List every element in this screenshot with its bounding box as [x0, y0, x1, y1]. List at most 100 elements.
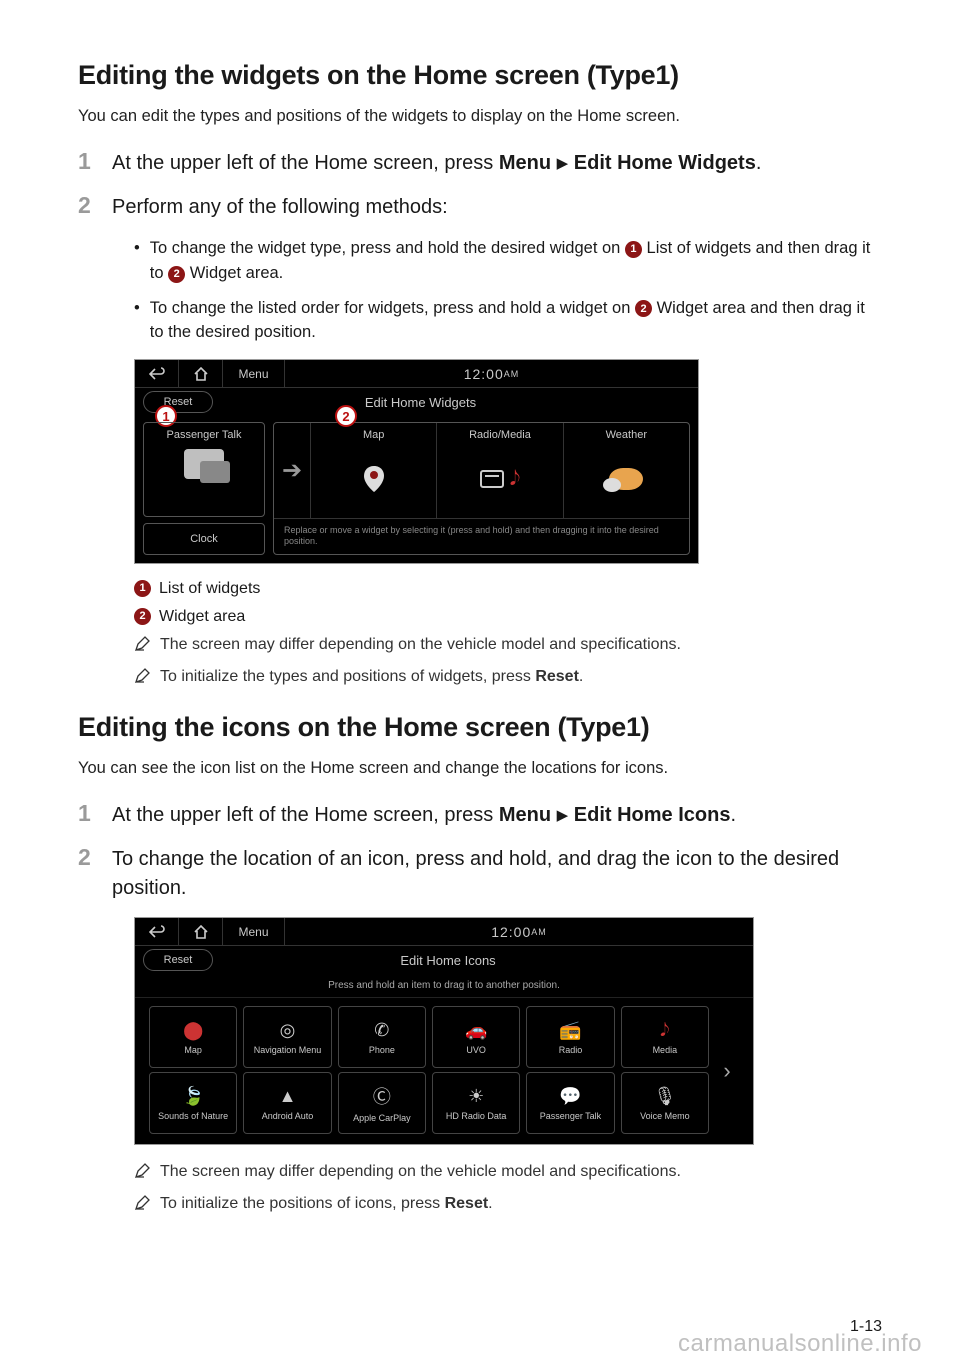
- widget-weather[interactable]: Weather: [563, 423, 689, 518]
- pencil-icon: [134, 668, 150, 684]
- home-icon[interactable]: [179, 918, 223, 946]
- music-icon: 𝅘𝅥𝅮: [660, 1020, 669, 1041]
- arrow-icon: ▶: [557, 805, 569, 827]
- back-icon[interactable]: [135, 360, 179, 388]
- callout-1-icon: 1: [134, 580, 151, 597]
- screen-title: Edit Home Icons: [213, 953, 753, 968]
- t: To initialize the positions of icons, pr…: [160, 1195, 445, 1212]
- bullet-text: To change the listed order for widgets, …: [150, 296, 882, 346]
- legend-label: List of widgets: [159, 580, 260, 598]
- icon-voice-memo[interactable]: 🎙Voice Memo: [621, 1072, 709, 1134]
- icon-grid: ⬤Map ◎Navigation Menu ✆Phone 🚗UVO 📻 Radio…: [135, 998, 713, 1144]
- section1-step2: 2 Perform any of the following methods:: [78, 192, 882, 222]
- menu-button[interactable]: Menu: [223, 918, 285, 946]
- label: Radio: [559, 1045, 583, 1055]
- pencil-icon: [134, 1163, 150, 1179]
- radio-icon: 📻: [559, 1020, 581, 1041]
- t: Widget area.: [185, 264, 283, 282]
- icon-radio[interactable]: 📻 Radio: [526, 1006, 614, 1068]
- carplay-icon: Ⓒ: [373, 1083, 391, 1109]
- section2-heading: Editing the icons on the Home screen (Ty…: [78, 712, 882, 743]
- section2-step1: 1 At the upper left of the Home screen, …: [78, 800, 882, 830]
- edit-home-icons-bold: Edit Home Icons: [574, 804, 731, 826]
- icon-map[interactable]: ⬤Map: [149, 1006, 237, 1068]
- t: To change the widget type, press and hol…: [150, 239, 625, 257]
- note-text: To initialize the positions of icons, pr…: [160, 1195, 493, 1213]
- step-text: Perform any of the following methods:: [112, 192, 882, 222]
- weather-icon: [609, 459, 643, 499]
- note: The screen may differ depending on the v…: [134, 636, 882, 654]
- callout-2-icon: 2: [134, 608, 151, 625]
- step-number: 2: [78, 192, 100, 222]
- note: To initialize the positions of icons, pr…: [134, 1195, 882, 1213]
- label: Sounds of Nature: [158, 1111, 228, 1121]
- label: Map: [363, 429, 384, 441]
- reset-button[interactable]: Reset: [143, 391, 213, 413]
- step-text: To change the location of an icon, press…: [112, 844, 882, 903]
- t: To change the listed order for widgets, …: [150, 299, 635, 317]
- legend-label: Widget area: [159, 608, 245, 626]
- widget-map[interactable]: Map: [310, 423, 436, 518]
- ss-subbar: Reset Edit Home Icons: [135, 946, 753, 974]
- reset-bold: Reset: [445, 1195, 489, 1212]
- ss-topbar: Menu 12:00 AM: [135, 918, 753, 946]
- radio-icon: [480, 470, 504, 488]
- label: Voice Memo: [640, 1111, 690, 1121]
- edit-home-widgets-bold: Edit Home Widgets: [574, 152, 756, 174]
- chevron-right-icon[interactable]: ›: [713, 1058, 741, 1084]
- widget-passenger-talk[interactable]: Passenger Talk: [143, 422, 265, 517]
- ss-topbar: Menu 12:00 AM: [135, 360, 698, 388]
- icon-sounds-of-nature[interactable]: 🍃 Sounds of Nature: [149, 1072, 237, 1134]
- hint-text: Press and hold an item to drag it to ano…: [135, 974, 753, 998]
- phone-icon: ✆: [374, 1020, 389, 1041]
- t: .: [488, 1195, 492, 1212]
- note: To initialize the types and positions of…: [134, 668, 882, 686]
- t: AM: [531, 927, 547, 937]
- icon-passenger-talk[interactable]: 💬Passenger Talk: [526, 1072, 614, 1134]
- reset-button[interactable]: Reset: [143, 949, 213, 971]
- t: 12:00: [491, 924, 531, 940]
- icon-navigation-menu[interactable]: ◎Navigation Menu: [243, 1006, 331, 1068]
- icon-android-auto[interactable]: ▲Android Auto: [243, 1072, 331, 1134]
- talk-icon: [184, 449, 224, 479]
- icon-media[interactable]: 𝅘𝅥𝅮Media: [621, 1006, 709, 1068]
- bullet-dot: •: [134, 296, 140, 346]
- t: AM: [504, 369, 520, 379]
- menu-button[interactable]: Menu: [223, 360, 285, 388]
- section1-heading: Editing the widgets on the Home screen (…: [78, 60, 882, 91]
- section1-step1: 1 At the upper left of the Home screen, …: [78, 148, 882, 178]
- car-icon: 🚗: [465, 1020, 487, 1041]
- icon-uvo[interactable]: 🚗UVO: [432, 1006, 520, 1068]
- note-text: The screen may differ depending on the v…: [160, 636, 681, 654]
- step-text: At the upper left of the Home screen, pr…: [112, 148, 882, 178]
- label: Radio/Media: [469, 429, 531, 441]
- bullet-dot: •: [134, 236, 140, 286]
- t: To initialize the types and positions of…: [160, 668, 535, 685]
- t: At the upper left of the Home screen, pr…: [112, 804, 499, 826]
- pencil-icon: [134, 1195, 150, 1211]
- widget-area: ➔ Map Radio/Media 𝅘𝅥𝅮 Weather: [273, 422, 690, 555]
- icon-apple-carplay[interactable]: Ⓒ Apple CarPlay: [338, 1072, 426, 1134]
- section2-step2: 2 To change the location of an icon, pre…: [78, 844, 882, 903]
- leaf-icon: 🍃: [182, 1086, 204, 1107]
- back-icon[interactable]: [135, 918, 179, 946]
- label: Map: [184, 1045, 202, 1055]
- section2-intro: You can see the icon list on the Home sc…: [78, 759, 882, 778]
- screenshot-edit-home-widgets: Menu 12:00 AM Reset Edit Home Widgets 1 …: [134, 359, 699, 564]
- icon-hd-radio-data[interactable]: ☀HD Radio Data: [432, 1072, 520, 1134]
- t: .: [579, 668, 583, 685]
- icon-phone[interactable]: ✆Phone: [338, 1006, 426, 1068]
- widget-clock[interactable]: Clock: [143, 523, 265, 555]
- label: Apple CarPlay: [353, 1113, 411, 1123]
- reset-bold: Reset: [535, 668, 579, 685]
- screenshot-edit-home-icons: Menu 12:00 AM Reset Edit Home Icons Pres…: [134, 917, 754, 1145]
- callout-1-icon: 1: [625, 241, 642, 258]
- note-text: The screen may differ depending on the v…: [160, 1163, 681, 1181]
- label: Navigation Menu: [254, 1045, 322, 1055]
- android-auto-icon: ▲: [279, 1086, 297, 1107]
- t: .: [756, 152, 762, 174]
- home-icon[interactable]: [179, 360, 223, 388]
- bullet-text: To change the widget type, press and hol…: [150, 236, 882, 286]
- note: The screen may differ depending on the v…: [134, 1163, 882, 1181]
- widget-radio-media[interactable]: Radio/Media 𝅘𝅥𝅮: [436, 423, 562, 518]
